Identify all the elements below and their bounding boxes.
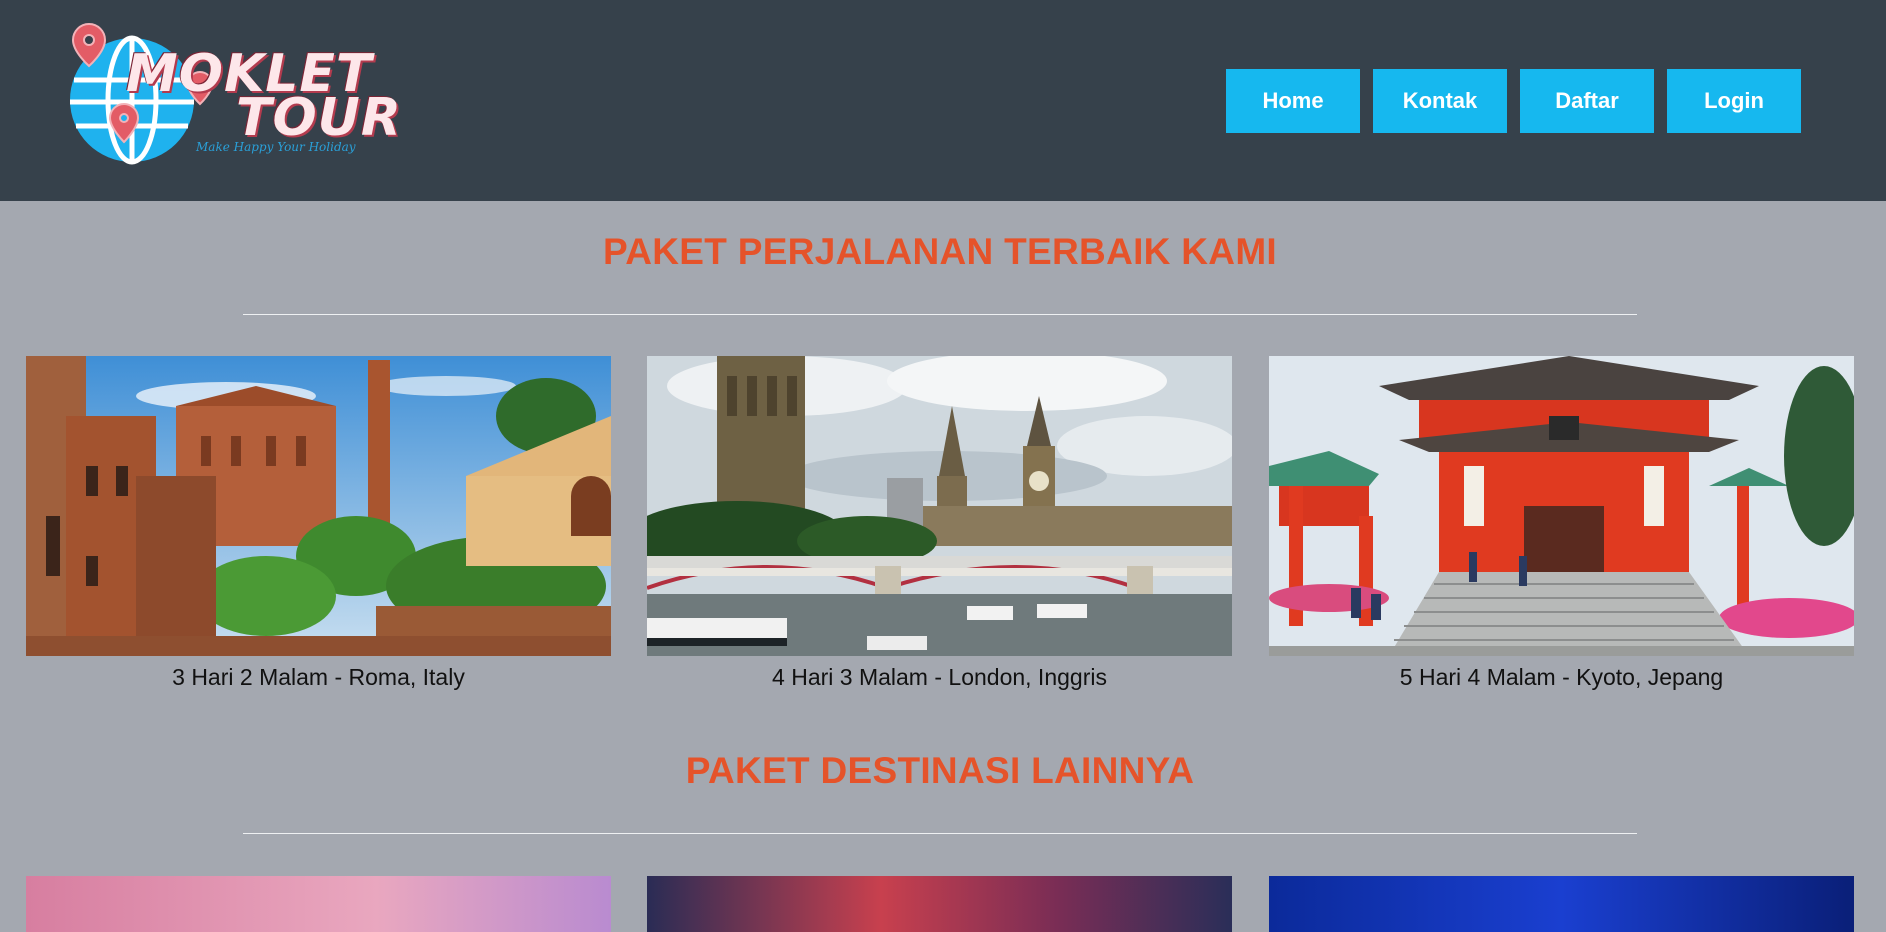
brand-wordmark: MOKLET TOUR xyxy=(126,48,402,144)
package-caption: 3 Hari 2 Malam - Roma, Italy xyxy=(172,664,465,690)
nav-daftar-button[interactable]: Daftar xyxy=(1520,69,1654,133)
red-cloud-sunset-photo[interactable] xyxy=(647,876,1232,932)
london-thames-big-ben-photo[interactable] xyxy=(647,356,1232,656)
blue-night-sky-photo[interactable] xyxy=(1269,876,1854,932)
package-caption: 5 Hari 4 Malam - Kyoto, Jepang xyxy=(1399,664,1724,690)
site-header: MOKLET TOUR Make Happy Your Holiday Home… xyxy=(0,0,1886,201)
brand-logo[interactable]: MOKLET TOUR Make Happy Your Holiday xyxy=(64,22,401,172)
siena-street-cathedral-photo[interactable] xyxy=(26,356,611,656)
brand-tagline: Make Happy Your Holiday xyxy=(196,140,356,154)
main-nav: Home Kontak Daftar Login xyxy=(1226,69,1801,133)
package-card-london[interactable]: 4 Hari 3 Malam - London, Inggris xyxy=(647,356,1232,691)
pink-sky-photo[interactable] xyxy=(26,876,611,932)
section-title-best: PAKET PERJALANAN TERBAIK KAMI xyxy=(602,231,1278,272)
section-divider xyxy=(243,833,1637,834)
nav-home-button[interactable]: Home xyxy=(1226,69,1360,133)
kyoto-fushimi-inari-gate-photo[interactable] xyxy=(1269,356,1854,656)
section-divider xyxy=(243,314,1637,315)
nav-login-button[interactable]: Login xyxy=(1667,69,1801,133)
package-caption: 4 Hari 3 Malam - London, Inggris xyxy=(772,664,1107,690)
nav-kontak-button[interactable]: Kontak xyxy=(1373,69,1507,133)
package-card-roma[interactable]: 3 Hari 2 Malam - Roma, Italy xyxy=(26,356,611,691)
section-title-other: PAKET DESTINASI LAINNYA xyxy=(685,750,1195,791)
package-card-kyoto[interactable]: 5 Hari 4 Malam - Kyoto, Jepang xyxy=(1269,356,1854,691)
